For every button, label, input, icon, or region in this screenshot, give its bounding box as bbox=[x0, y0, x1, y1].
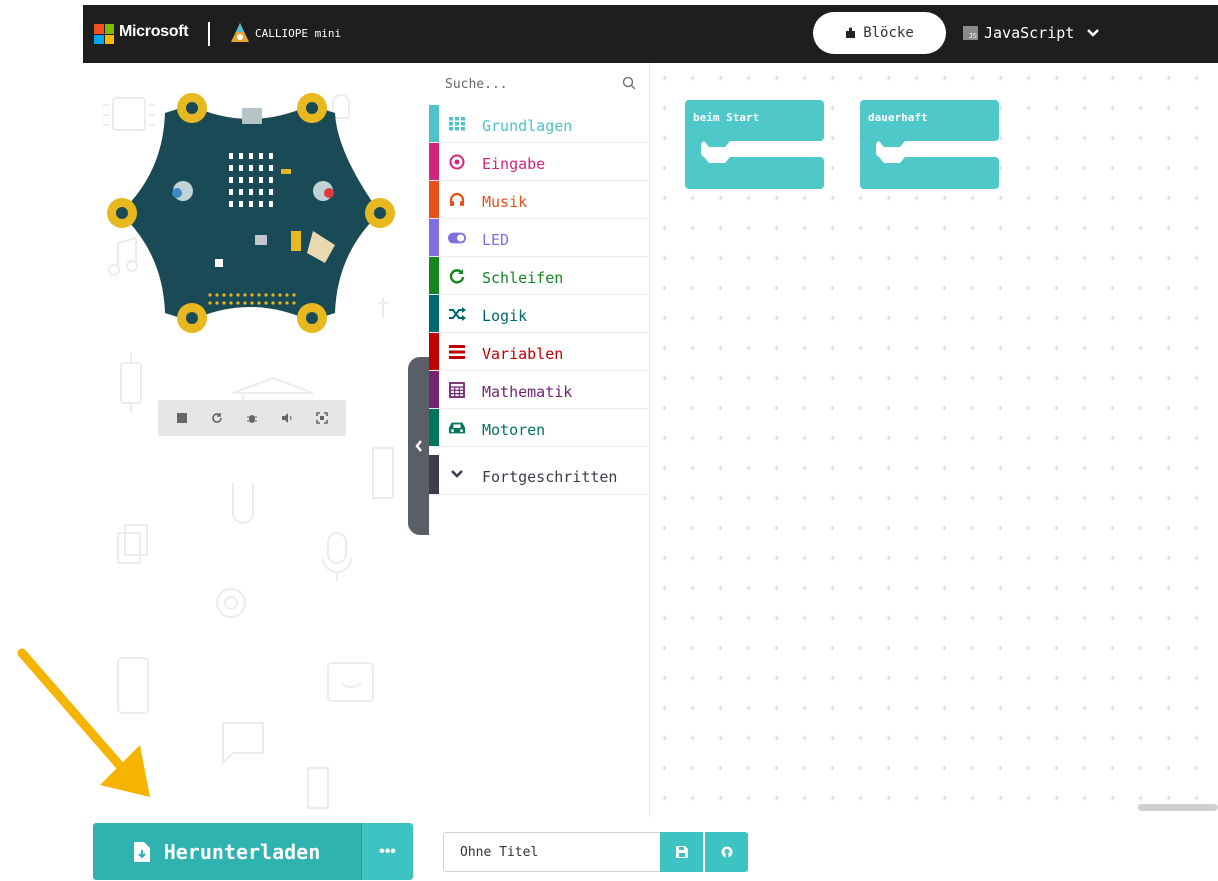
category-grundlagen[interactable]: Grundlagen bbox=[429, 105, 650, 143]
car-icon bbox=[448, 419, 466, 437]
calliope-brand[interactable]: CALLIOPE mini bbox=[255, 27, 341, 40]
forever-block[interactable]: dauerhaft bbox=[860, 100, 999, 189]
more-options-button[interactable]: ••• bbox=[361, 823, 413, 880]
category-color-bar bbox=[429, 409, 439, 446]
lines-icon bbox=[448, 343, 466, 361]
category-motoren[interactable]: Motoren bbox=[429, 409, 650, 447]
mute-audio-icon[interactable] bbox=[274, 405, 300, 431]
stop-icon[interactable] bbox=[169, 405, 195, 431]
on-start-block[interactable]: beim Start bbox=[685, 100, 824, 189]
fullscreen-icon[interactable] bbox=[309, 405, 335, 431]
category-label: Schleifen bbox=[482, 269, 564, 287]
on-start-block-label: beim Start bbox=[693, 111, 760, 124]
category-label: Variablen bbox=[482, 345, 564, 363]
javascript-icon: JS bbox=[963, 26, 978, 40]
blocks-tab-label: Blöcke bbox=[863, 25, 914, 41]
chevron-down-icon bbox=[448, 465, 466, 483]
category-color-bar bbox=[429, 257, 439, 294]
category-eingabe[interactable]: Eingabe bbox=[429, 143, 650, 181]
brand-divider bbox=[208, 22, 210, 46]
annotation-arrow bbox=[17, 648, 150, 797]
debug-icon[interactable] bbox=[239, 405, 265, 431]
category-color-bar bbox=[429, 455, 439, 494]
puzzle-icon bbox=[846, 27, 856, 38]
category-label: Musik bbox=[482, 193, 528, 211]
blocks-workspace[interactable]: beim Start dauerhaft bbox=[650, 63, 1218, 818]
category-musik[interactable]: Musik bbox=[429, 181, 650, 219]
download-button-label: Herunterladen bbox=[163, 839, 321, 864]
category-mathematik[interactable]: Mathematik bbox=[429, 371, 650, 409]
search-icon[interactable] bbox=[622, 76, 636, 90]
toolbox-search[interactable]: Suche... bbox=[429, 63, 650, 103]
category-label: Grundlagen bbox=[482, 117, 573, 135]
category-fortgeschritten[interactable]: Fortgeschritten bbox=[429, 455, 650, 495]
simulator-toolbar bbox=[158, 400, 346, 436]
category-color-bar bbox=[429, 219, 439, 256]
category-led[interactable]: LED bbox=[429, 219, 650, 257]
category-schleifen[interactable]: Schleifen bbox=[429, 257, 650, 295]
save-icon bbox=[675, 846, 688, 858]
target-icon bbox=[448, 153, 466, 171]
grid-icon bbox=[448, 115, 466, 133]
chevron-down-icon[interactable] bbox=[1086, 28, 1100, 38]
category-color-bar bbox=[429, 295, 439, 332]
calculator-icon bbox=[448, 381, 466, 399]
restart-icon[interactable] bbox=[204, 405, 230, 431]
github-icon bbox=[721, 846, 732, 858]
download-file-icon bbox=[133, 841, 150, 862]
headphones-icon bbox=[448, 191, 466, 209]
block-toolbox: Suche... Grundlagen Eingabe Musik LED Sc… bbox=[429, 63, 650, 818]
forever-block-label: dauerhaft bbox=[868, 111, 928, 124]
blocks-editor-tab[interactable]: Blöcke bbox=[813, 12, 946, 54]
calliope-logo-icon bbox=[231, 23, 249, 42]
microsoft-brand[interactable]: Microsoft bbox=[119, 23, 189, 41]
collapse-simulator-handle[interactable] bbox=[408, 357, 429, 535]
download-button[interactable]: Herunterladen bbox=[93, 823, 361, 880]
project-name-input[interactable] bbox=[443, 832, 660, 872]
shuffle-icon bbox=[448, 305, 466, 323]
category-color-bar bbox=[429, 371, 439, 408]
category-color-bar bbox=[429, 143, 439, 180]
category-label: LED bbox=[482, 231, 510, 249]
search-input[interactable]: Suche... bbox=[445, 77, 508, 92]
javascript-editor-tab[interactable]: JS JavaScript bbox=[963, 22, 1100, 44]
category-color-bar bbox=[429, 333, 439, 370]
workspace-horizontal-scrollbar[interactable] bbox=[1138, 804, 1218, 811]
category-color-bar bbox=[429, 105, 439, 142]
category-logik[interactable]: Logik bbox=[429, 295, 650, 333]
category-label: Logik bbox=[482, 307, 528, 325]
calliope-mini-board[interactable] bbox=[105, 73, 395, 343]
category-label: Eingabe bbox=[482, 155, 546, 173]
category-label: Fortgeschritten bbox=[482, 468, 618, 486]
chevron-left-icon bbox=[414, 440, 422, 452]
top-menu-bar: Microsoft CALLIOPE mini Blöcke JS JavaSc… bbox=[83, 5, 1218, 63]
github-button[interactable] bbox=[705, 832, 748, 872]
category-variablen[interactable]: Variablen bbox=[429, 333, 650, 371]
category-color-bar bbox=[429, 181, 439, 218]
category-label: Motoren bbox=[482, 421, 546, 439]
toggle-icon bbox=[448, 229, 466, 247]
microsoft-logo-icon bbox=[94, 24, 114, 44]
refresh-icon bbox=[448, 267, 466, 285]
save-button[interactable] bbox=[660, 832, 703, 872]
category-label: Mathematik bbox=[482, 383, 573, 401]
javascript-tab-label: JavaScript bbox=[984, 24, 1075, 42]
